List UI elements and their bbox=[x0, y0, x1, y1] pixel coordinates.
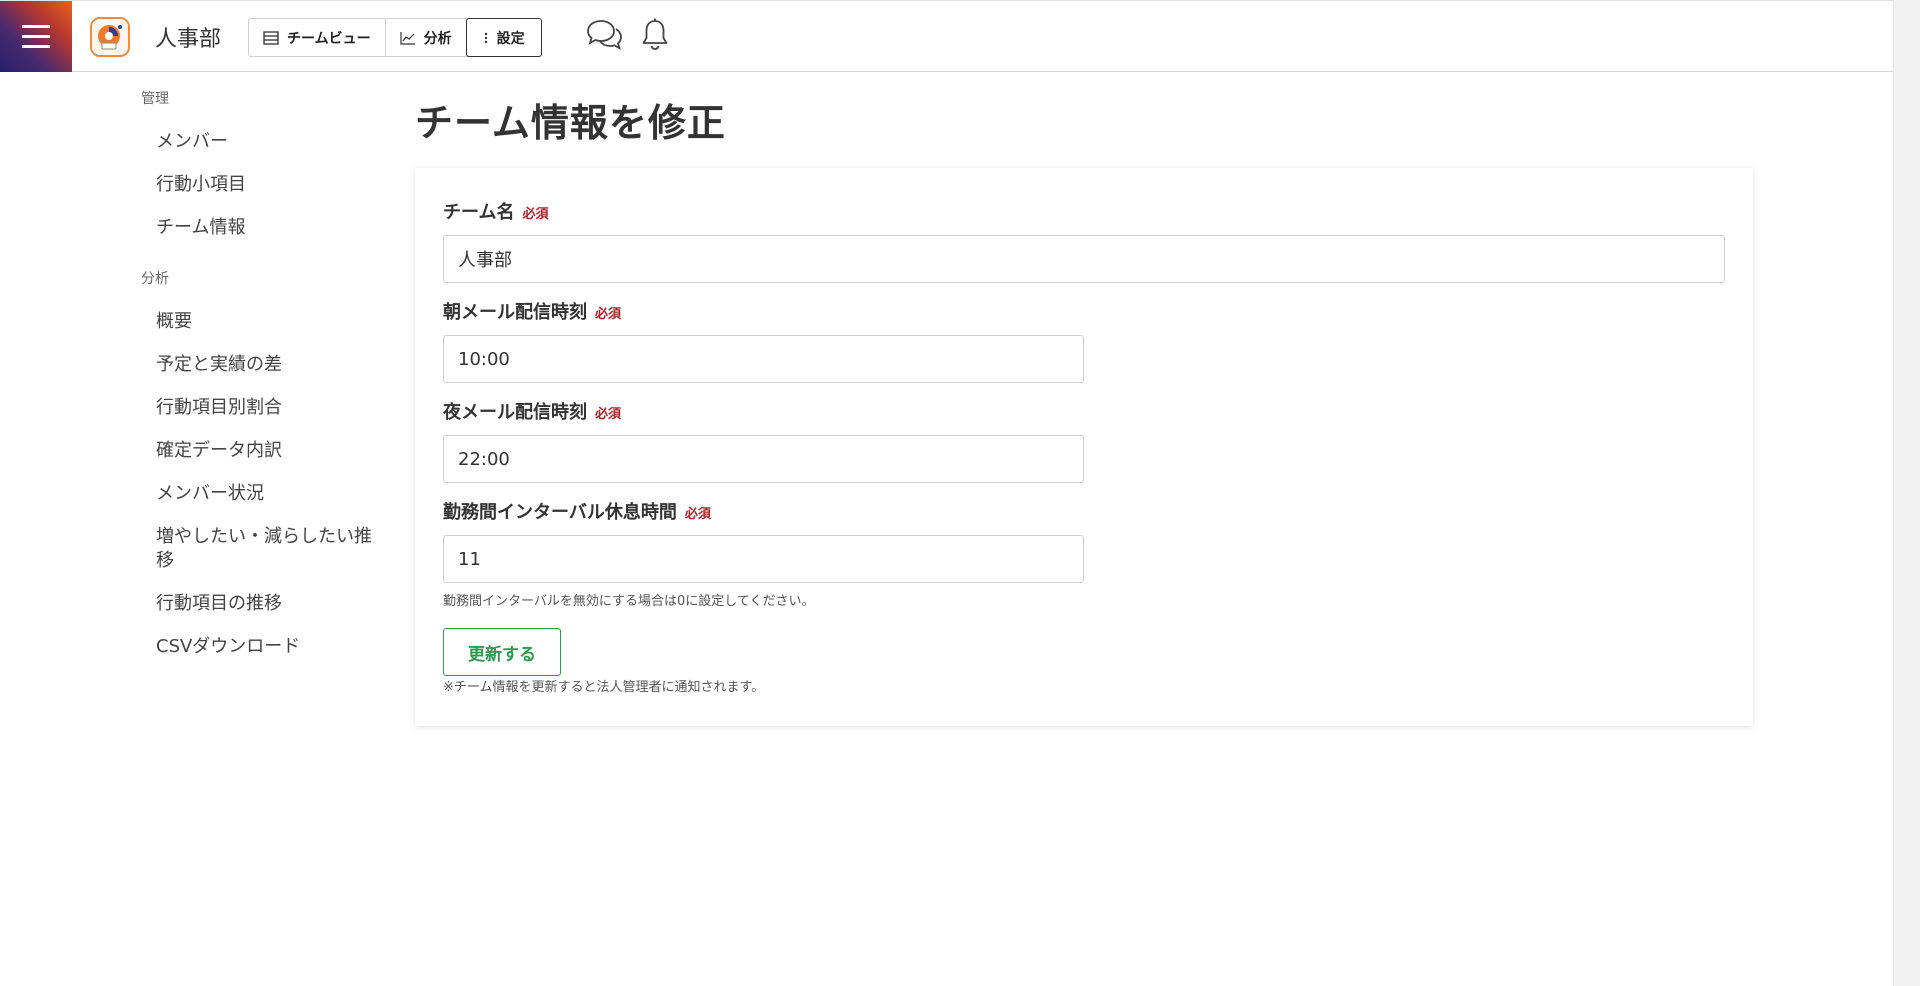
sidebar-item-increase-decrease-trend[interactable]: 増やしたい・減らしたい推移 bbox=[156, 525, 386, 573]
notification-bell-icon[interactable] bbox=[640, 17, 670, 53]
list-icon bbox=[263, 30, 279, 45]
sidebar-item-team-info[interactable]: チーム情報 bbox=[156, 216, 245, 240]
hamburger-line bbox=[22, 35, 50, 38]
interval-label-text: 勤務間インターバル休息時間 bbox=[443, 502, 677, 523]
app-logo-icon[interactable] bbox=[90, 17, 130, 57]
team-name-input[interactable] bbox=[443, 235, 1725, 283]
required-badge: 必須 bbox=[684, 507, 711, 522]
page-scrollbar[interactable] bbox=[1893, 0, 1920, 986]
night-mail-label-text: 夜メール配信時刻 bbox=[443, 402, 587, 423]
hamburger-line bbox=[22, 25, 50, 28]
required-badge: 必須 bbox=[595, 407, 622, 422]
main-nav: チームビュー 分析 設定 bbox=[248, 18, 542, 57]
nav-team-view-button[interactable]: チームビュー bbox=[249, 19, 386, 56]
team-name-title: 人事部 bbox=[155, 27, 222, 52]
sidebar-item-member-status[interactable]: メンバー状況 bbox=[156, 482, 264, 506]
sidebar-item-action-ratio[interactable]: 行動項目別割合 bbox=[156, 396, 282, 420]
interval-label: 勤務間インターバル休息時間 必須 bbox=[443, 498, 711, 524]
morning-mail-label: 朝メール配信時刻 必須 bbox=[443, 298, 621, 324]
sidebar-section-analysis: 分析 bbox=[141, 271, 169, 287]
sidebar-item-members[interactable]: メンバー bbox=[156, 130, 228, 154]
interval-hours-input[interactable] bbox=[443, 535, 1084, 583]
top-header: 人事部 チームビュー 分析 設定 bbox=[0, 0, 1893, 72]
sidebar-item-confirmed-breakdown[interactable]: 確定データ内訳 bbox=[156, 439, 282, 463]
interval-help-text: 勤務間インターバルを無効にする場合は0に設定してください。 bbox=[443, 594, 815, 609]
update-button[interactable]: 更新する bbox=[443, 628, 561, 676]
nav-analysis-label: 分析 bbox=[423, 30, 452, 47]
menu-toggle-button[interactable] bbox=[0, 1, 72, 72]
hamburger-line bbox=[22, 45, 50, 48]
sidebar-item-plan-vs-actual[interactable]: 予定と実績の差 bbox=[156, 353, 282, 377]
sidebar-section-management: 管理 bbox=[141, 91, 169, 107]
sidebar-item-csv-download[interactable]: CSVダウンロード bbox=[156, 635, 300, 659]
nav-settings-button[interactable]: 設定 bbox=[465, 18, 542, 57]
morning-mail-label-text: 朝メール配信時刻 bbox=[443, 302, 587, 323]
more-vertical-icon bbox=[484, 32, 487, 43]
required-badge: 必須 bbox=[595, 307, 622, 322]
sidebar-item-action-trend[interactable]: 行動項目の推移 bbox=[156, 592, 282, 616]
team-info-form-card: チーム名必須 朝メール配信時刻必須 夜メール配信時刻必須 勤務間インターバル休息… bbox=[415, 168, 1753, 726]
line-chart-icon bbox=[399, 31, 415, 45]
sidebar-item-overview[interactable]: 概要 bbox=[156, 310, 192, 334]
team-name-label-text: チーム名 bbox=[443, 202, 515, 223]
nav-team-view-label: チームビュー bbox=[287, 30, 371, 47]
morning-mail-time-input[interactable] bbox=[443, 335, 1084, 383]
team-name-label: チーム名 必須 bbox=[443, 198, 548, 224]
chat-icon[interactable] bbox=[584, 17, 624, 53]
required-badge: 必須 bbox=[522, 207, 549, 222]
page-title: チーム情報を修正 bbox=[415, 101, 726, 145]
night-mail-label: 夜メール配信時刻 必須 bbox=[443, 398, 621, 424]
sidebar-item-action-subitems[interactable]: 行動小項目 bbox=[156, 173, 246, 197]
update-note-text: ※チーム情報を更新すると法人管理者に通知されます。 bbox=[443, 680, 765, 695]
night-mail-time-input[interactable] bbox=[443, 435, 1084, 483]
nav-settings-label: 設定 bbox=[496, 30, 525, 47]
nav-analysis-button[interactable]: 分析 bbox=[386, 19, 467, 56]
